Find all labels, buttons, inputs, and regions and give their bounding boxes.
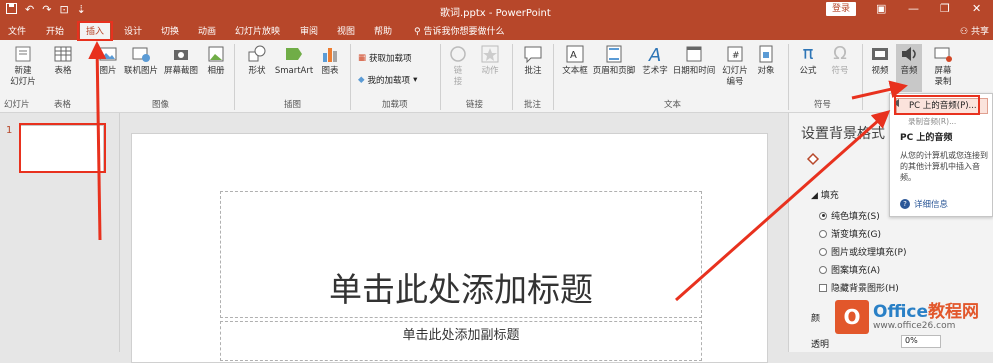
watermark-brand-tail: 教程网 bbox=[928, 302, 980, 322]
watermark-logo: O bbox=[835, 300, 869, 334]
arrow-to-insert-tab bbox=[88, 41, 107, 241]
watermark-brand: Office教程网 bbox=[873, 303, 979, 321]
arrow-to-audio-button bbox=[851, 80, 908, 100]
watermark-text: Office教程网 www.office26.com bbox=[873, 303, 979, 331]
arrow-to-audio-item bbox=[675, 110, 891, 302]
watermark-brand-name: Office bbox=[873, 302, 929, 322]
watermark: O Office教程网 www.office26.com bbox=[835, 300, 979, 334]
watermark-url: www.office26.com bbox=[873, 321, 956, 331]
